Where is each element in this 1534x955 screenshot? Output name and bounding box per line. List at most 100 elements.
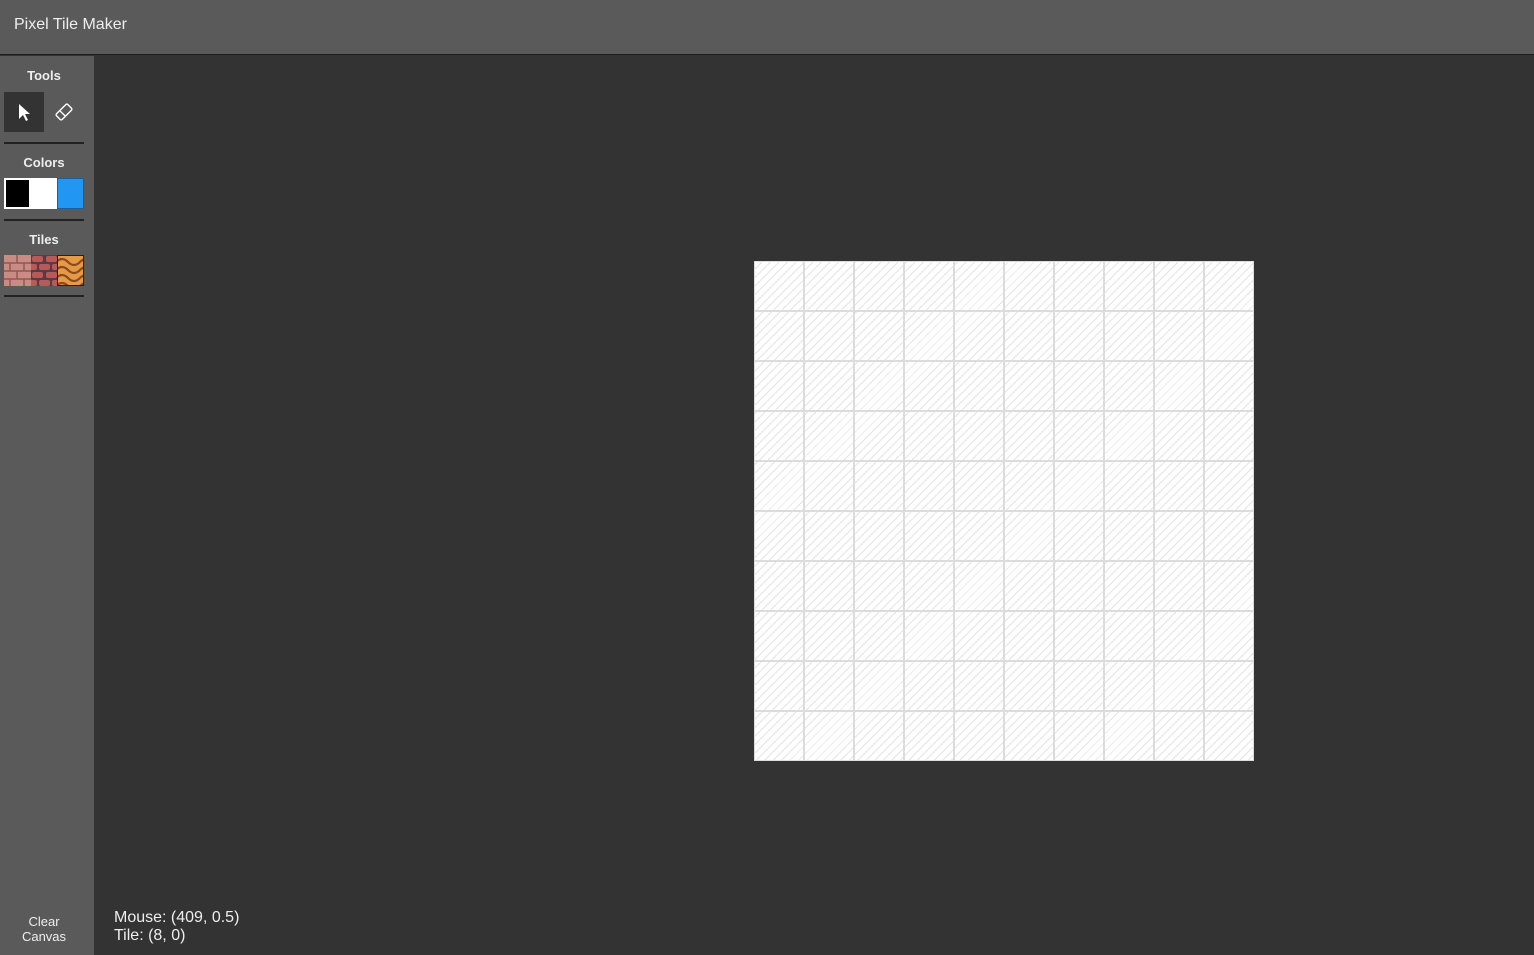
canvas-cell[interactable] — [1204, 711, 1254, 761]
canvas-cell[interactable] — [1154, 261, 1204, 311]
canvas-cell[interactable] — [904, 711, 954, 761]
canvas-cell[interactable] — [1204, 311, 1254, 361]
canvas-cell[interactable] — [1054, 311, 1104, 361]
pointer-tool-button[interactable] — [4, 92, 44, 132]
canvas-cell[interactable] — [1054, 561, 1104, 611]
canvas-cell[interactable] — [854, 711, 904, 761]
canvas-cell[interactable] — [1054, 461, 1104, 511]
canvas-cell[interactable] — [904, 661, 954, 711]
canvas-cell[interactable] — [954, 411, 1004, 461]
tile-pink-brick[interactable] — [4, 255, 31, 286]
canvas-cell[interactable] — [804, 661, 854, 711]
canvas-cell[interactable] — [1104, 711, 1154, 761]
canvas-cell[interactable] — [1004, 611, 1054, 661]
canvas-cell[interactable] — [1004, 561, 1054, 611]
canvas-cell[interactable] — [1104, 611, 1154, 661]
canvas-cell[interactable] — [754, 411, 804, 461]
canvas-cell[interactable] — [854, 611, 904, 661]
canvas-area[interactable]: Mouse: (409, 0.5) Tile: (8, 0) — [94, 56, 1534, 955]
canvas-cell[interactable] — [1154, 711, 1204, 761]
canvas-cell[interactable] — [904, 611, 954, 661]
canvas-cell[interactable] — [1154, 411, 1204, 461]
canvas-cell[interactable] — [1004, 311, 1054, 361]
canvas-cell[interactable] — [754, 511, 804, 561]
canvas-cell[interactable] — [1154, 561, 1204, 611]
canvas-cell[interactable] — [904, 511, 954, 561]
canvas-cell[interactable] — [854, 511, 904, 561]
canvas-cell[interactable] — [1104, 311, 1154, 361]
canvas-cell[interactable] — [1104, 461, 1154, 511]
color-swatch-black[interactable] — [4, 178, 31, 209]
canvas-cell[interactable] — [804, 511, 854, 561]
canvas-cell[interactable] — [1154, 461, 1204, 511]
canvas-cell[interactable] — [954, 561, 1004, 611]
canvas-cell[interactable] — [1154, 511, 1204, 561]
canvas-cell[interactable] — [1204, 511, 1254, 561]
canvas-cell[interactable] — [1054, 511, 1104, 561]
canvas-cell[interactable] — [804, 611, 854, 661]
canvas-cell[interactable] — [954, 361, 1004, 411]
clear-canvas-button[interactable]: Clear Canvas — [0, 914, 88, 944]
tile-red-brick[interactable] — [31, 255, 58, 286]
tile-orange-wave[interactable] — [57, 255, 84, 286]
color-swatch-white[interactable] — [30, 178, 57, 209]
canvas-cell[interactable] — [904, 561, 954, 611]
canvas-cell[interactable] — [854, 461, 904, 511]
canvas-cell[interactable] — [1154, 661, 1204, 711]
canvas-cell[interactable] — [1004, 511, 1054, 561]
canvas-cell[interactable] — [1104, 511, 1154, 561]
canvas-cell[interactable] — [754, 361, 804, 411]
canvas-cell[interactable] — [1204, 661, 1254, 711]
canvas-cell[interactable] — [854, 561, 904, 611]
canvas-cell[interactable] — [1054, 611, 1104, 661]
canvas-cell[interactable] — [804, 461, 854, 511]
canvas-cell[interactable] — [754, 461, 804, 511]
color-swatch-blue[interactable] — [57, 178, 84, 209]
canvas-cell[interactable] — [1054, 411, 1104, 461]
canvas-cell[interactable] — [1204, 611, 1254, 661]
canvas-cell[interactable] — [954, 711, 1004, 761]
canvas-cell[interactable] — [1204, 361, 1254, 411]
canvas-cell[interactable] — [754, 261, 804, 311]
canvas-cell[interactable] — [804, 311, 854, 361]
canvas-cell[interactable] — [1204, 461, 1254, 511]
canvas-cell[interactable] — [954, 511, 1004, 561]
tile-canvas[interactable] — [754, 261, 1254, 761]
canvas-cell[interactable] — [754, 661, 804, 711]
canvas-cell[interactable] — [1004, 661, 1054, 711]
canvas-cell[interactable] — [754, 611, 804, 661]
canvas-cell[interactable] — [804, 261, 854, 311]
canvas-cell[interactable] — [904, 311, 954, 361]
canvas-cell[interactable] — [754, 561, 804, 611]
canvas-cell[interactable] — [904, 461, 954, 511]
canvas-cell[interactable] — [1104, 561, 1154, 611]
canvas-cell[interactable] — [954, 311, 1004, 361]
canvas-cell[interactable] — [1004, 261, 1054, 311]
canvas-cell[interactable] — [1054, 661, 1104, 711]
canvas-cell[interactable] — [1004, 361, 1054, 411]
canvas-cell[interactable] — [1154, 311, 1204, 361]
canvas-cell[interactable] — [1004, 711, 1054, 761]
canvas-cell[interactable] — [854, 311, 904, 361]
canvas-cell[interactable] — [954, 261, 1004, 311]
canvas-cell[interactable] — [904, 261, 954, 311]
canvas-cell[interactable] — [854, 361, 904, 411]
canvas-cell[interactable] — [954, 611, 1004, 661]
canvas-cell[interactable] — [804, 711, 854, 761]
canvas-cell[interactable] — [754, 311, 804, 361]
canvas-cell[interactable] — [904, 411, 954, 461]
canvas-cell[interactable] — [1154, 611, 1204, 661]
eraser-tool-button[interactable] — [44, 92, 84, 132]
canvas-cell[interactable] — [1104, 361, 1154, 411]
canvas-cell[interactable] — [1054, 361, 1104, 411]
canvas-cell[interactable] — [754, 711, 804, 761]
canvas-cell[interactable] — [854, 411, 904, 461]
canvas-cell[interactable] — [1104, 411, 1154, 461]
canvas-cell[interactable] — [1004, 461, 1054, 511]
canvas-cell[interactable] — [1154, 361, 1204, 411]
canvas-cell[interactable] — [1004, 411, 1054, 461]
canvas-cell[interactable] — [904, 361, 954, 411]
canvas-cell[interactable] — [1204, 561, 1254, 611]
canvas-cell[interactable] — [854, 261, 904, 311]
canvas-cell[interactable] — [804, 361, 854, 411]
